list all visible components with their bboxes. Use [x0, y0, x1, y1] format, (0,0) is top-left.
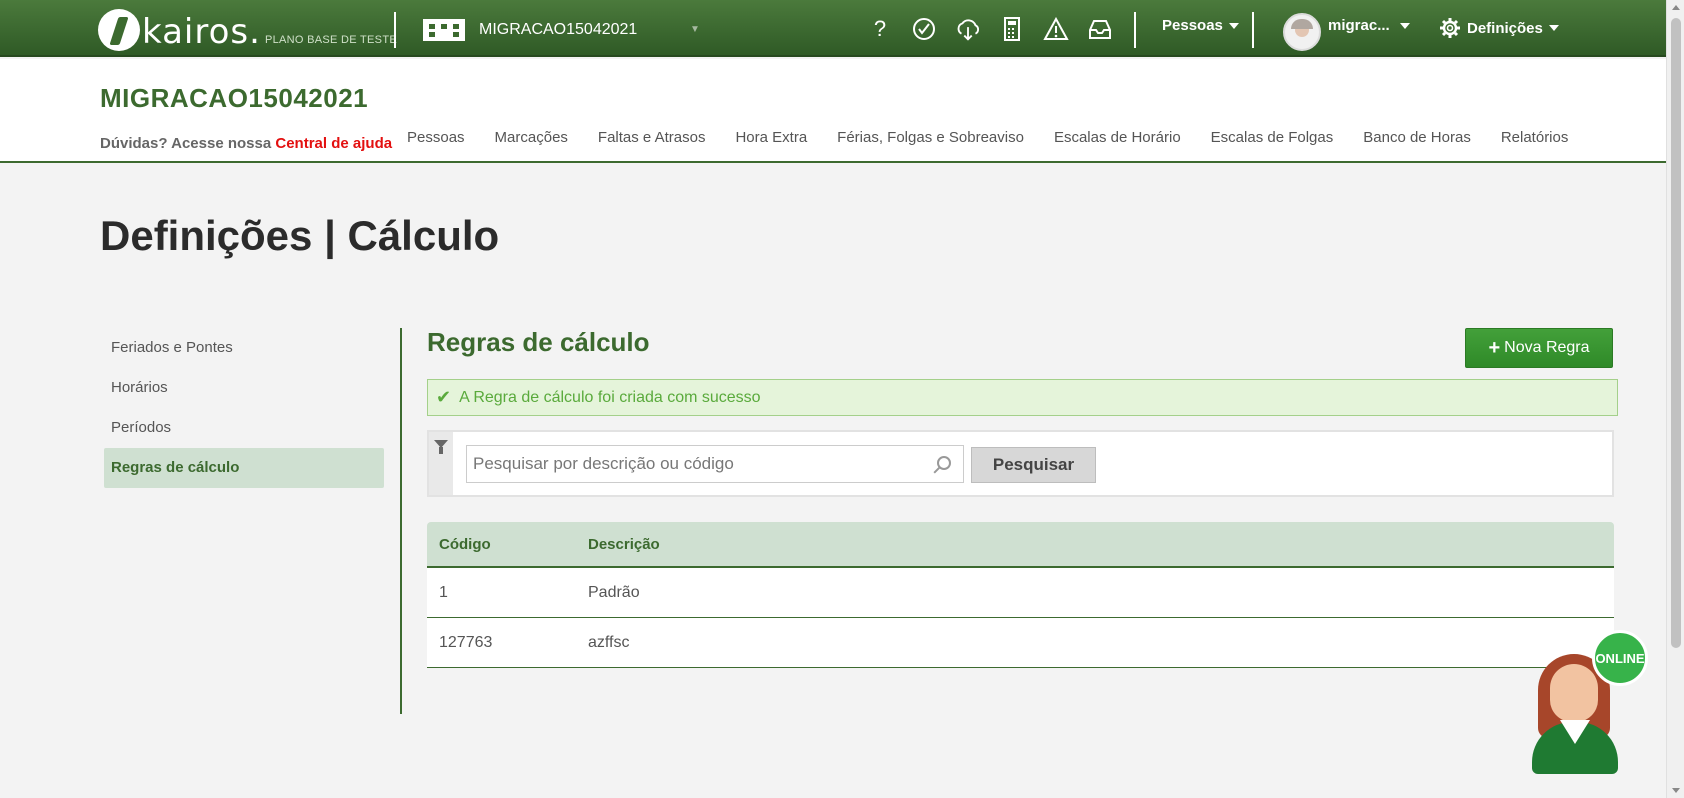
- section-title: Regras de cálculo: [427, 327, 650, 357]
- plan-label: PLANO BASE DE TESTE: [264, 34, 397, 46]
- online-chat-widget[interactable]: ONLINE: [1530, 630, 1650, 775]
- company-title: MIGRACAO15042021: [100, 83, 369, 113]
- caret-down-icon: [1228, 22, 1239, 29]
- table-row[interactable]: 1 Padrão: [427, 568, 1614, 618]
- nav-banco-horas[interactable]: Banco de Horas: [1363, 129, 1471, 146]
- divider: [1134, 12, 1136, 48]
- alert-message: A Regra de cálculo foi criada com sucess…: [459, 388, 761, 406]
- chevron-down-icon[interactable]: ▼: [690, 24, 700, 35]
- calculator-icon[interactable]: [998, 14, 1026, 44]
- nav-faltas-atrasos[interactable]: Faltas e Atrasos: [598, 129, 706, 146]
- divider: [1252, 12, 1254, 48]
- top-bar: kairos. PLANO BASE DE TESTE MIGRACAO1504…: [0, 0, 1666, 57]
- logo-text: kairos.: [142, 12, 261, 52]
- new-rule-label: Nova Regra: [1504, 339, 1590, 356]
- rules-table: Código Descrição 1 Padrão 127763 azffsc: [427, 522, 1614, 668]
- cloud-download-icon[interactable]: [954, 14, 982, 44]
- help-text: Dúvidas? Acesse nossa Central de ajuda: [100, 135, 392, 152]
- settings-sidebar: Feriados e Pontes Horários Períodos Regr…: [104, 328, 384, 488]
- company-name: MIGRACAO15042021: [479, 21, 638, 38]
- kairos-logo[interactable]: kairos. PLANO BASE DE TESTE: [98, 5, 397, 51]
- filter-toggle[interactable]: [429, 432, 453, 495]
- sidebar-item-feriados[interactable]: Feriados e Pontes: [104, 328, 384, 368]
- pessoas-menu[interactable]: Pessoas: [1162, 17, 1239, 34]
- scroll-up-arrow-icon[interactable]: [1672, 5, 1680, 10]
- search-icon[interactable]: [937, 456, 951, 470]
- user-menu[interactable]: migrac...: [1328, 17, 1410, 34]
- settings-menu-label: Definições: [1467, 19, 1543, 37]
- help-prefix: Dúvidas? Acesse nossa: [100, 135, 272, 152]
- nav-hora-extra[interactable]: Hora Extra: [735, 129, 807, 146]
- avatar[interactable]: [1283, 13, 1321, 51]
- caret-down-icon: [1399, 22, 1410, 29]
- sidebar-item-periodos[interactable]: Períodos: [104, 408, 384, 448]
- cell-description: Padrão: [588, 583, 640, 601]
- agent-face: [1550, 664, 1598, 722]
- cell-description: azffsc: [588, 633, 630, 651]
- success-alert: ✔ A Regra de cálculo foi criada com suce…: [427, 379, 1618, 416]
- table-header: Código Descrição: [427, 522, 1614, 568]
- help-icon[interactable]: ?: [866, 14, 894, 44]
- sidebar-item-regras-calculo[interactable]: Regras de cálculo: [104, 448, 384, 488]
- table-row[interactable]: 127763 azffsc: [427, 618, 1614, 668]
- search-panel: Pesquisar: [427, 430, 1614, 497]
- plus-icon: +: [1488, 336, 1501, 359]
- nav-ferias-folgas[interactable]: Férias, Folgas e Sobreaviso: [837, 129, 1024, 146]
- sidebar-divider: [400, 328, 402, 714]
- search-input[interactable]: [466, 445, 964, 483]
- page-scrollbar[interactable]: [1666, 0, 1684, 798]
- nav-escalas-horario[interactable]: Escalas de Horário: [1054, 129, 1181, 146]
- search-button[interactable]: Pesquisar: [971, 447, 1096, 483]
- sidebar-item-horarios[interactable]: Horários: [104, 368, 384, 408]
- column-header-descricao[interactable]: Descrição: [588, 536, 1614, 553]
- page-title: Definições | Cálculo: [100, 212, 500, 259]
- main-nav: Pessoas Marcações Faltas e Atrasos Hora …: [407, 129, 1598, 146]
- building-icon: [423, 19, 465, 41]
- caret-down-icon: [1548, 25, 1559, 31]
- online-status-bubble: ONLINE: [1592, 630, 1648, 686]
- filter-icon: [434, 440, 448, 454]
- gear-icon: [1440, 18, 1460, 38]
- pessoas-menu-label: Pessoas: [1162, 17, 1223, 34]
- checkmark-icon: ✔: [436, 387, 452, 407]
- nav-relatorios[interactable]: Relatórios: [1501, 129, 1569, 146]
- help-center-link[interactable]: Central de ajuda: [275, 135, 392, 152]
- scrollbar-thumb[interactable]: [1671, 18, 1681, 648]
- column-header-codigo[interactable]: Código: [427, 536, 588, 553]
- new-rule-button[interactable]: + Nova Regra: [1465, 328, 1613, 368]
- divider: [394, 12, 396, 48]
- clock-check-icon[interactable]: [910, 14, 938, 44]
- nav-marcacoes[interactable]: Marcações: [495, 129, 568, 146]
- nav-escalas-folgas[interactable]: Escalas de Folgas: [1211, 129, 1334, 146]
- nav-pessoas[interactable]: Pessoas: [407, 129, 465, 146]
- inbox-icon[interactable]: [1086, 14, 1114, 44]
- user-name: migrac...: [1328, 17, 1390, 34]
- scroll-down-arrow-icon[interactable]: [1672, 788, 1680, 793]
- company-header: MIGRACAO15042021 Dúvidas? Acesse nossa C…: [0, 59, 1666, 163]
- kairos-logo-icon: [98, 9, 140, 51]
- cell-code: 127763: [439, 633, 493, 651]
- company-selector[interactable]: MIGRACAO15042021: [423, 14, 637, 46]
- cell-code: 1: [439, 583, 448, 601]
- warning-icon[interactable]: [1042, 14, 1070, 44]
- settings-menu[interactable]: Definições: [1439, 17, 1559, 39]
